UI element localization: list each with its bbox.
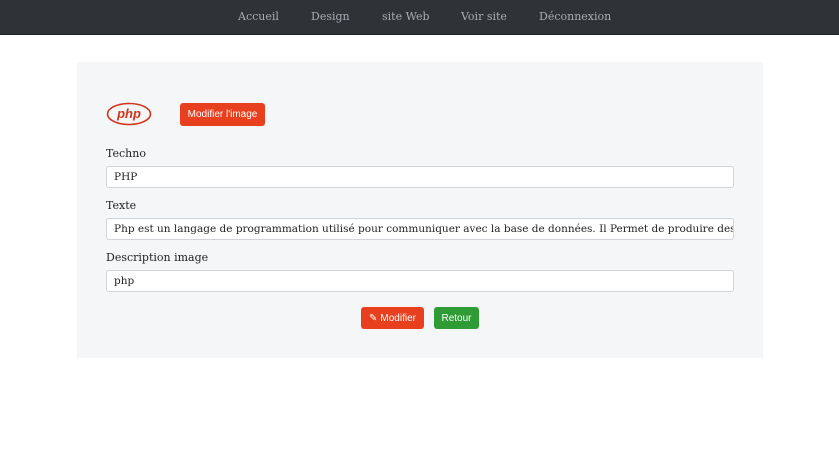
pencil-icon: ✎	[369, 312, 378, 324]
php-logo-text: php	[116, 106, 141, 121]
modify-button-label: Modifier	[380, 312, 416, 324]
description-image-label: Description image	[106, 251, 209, 264]
modify-button[interactable]: ✎ Modifier	[361, 307, 424, 329]
nav-item-accueil[interactable]: Accueil	[238, 0, 279, 34]
back-button[interactable]: Retour	[434, 307, 479, 329]
nav-item-site-web[interactable]: site Web	[382, 0, 430, 34]
nav-item-design[interactable]: Design	[311, 0, 350, 34]
techno-label: Techno	[106, 147, 146, 160]
top-navbar: Accueil Design site Web Voir site Déconn…	[0, 0, 839, 35]
php-logo: php	[106, 102, 152, 126]
texte-field[interactable]: Php est un langage de programmation util…	[106, 218, 734, 240]
change-image-button[interactable]: Modifier l'image	[180, 103, 265, 126]
nav-item-deconnexion[interactable]: Déconnexion	[539, 0, 611, 34]
description-image-field[interactable]: php	[106, 270, 734, 292]
texte-label: Texte	[106, 199, 137, 212]
techno-field[interactable]: PHP	[106, 166, 734, 188]
nav-item-voir-site[interactable]: Voir site	[461, 0, 507, 34]
